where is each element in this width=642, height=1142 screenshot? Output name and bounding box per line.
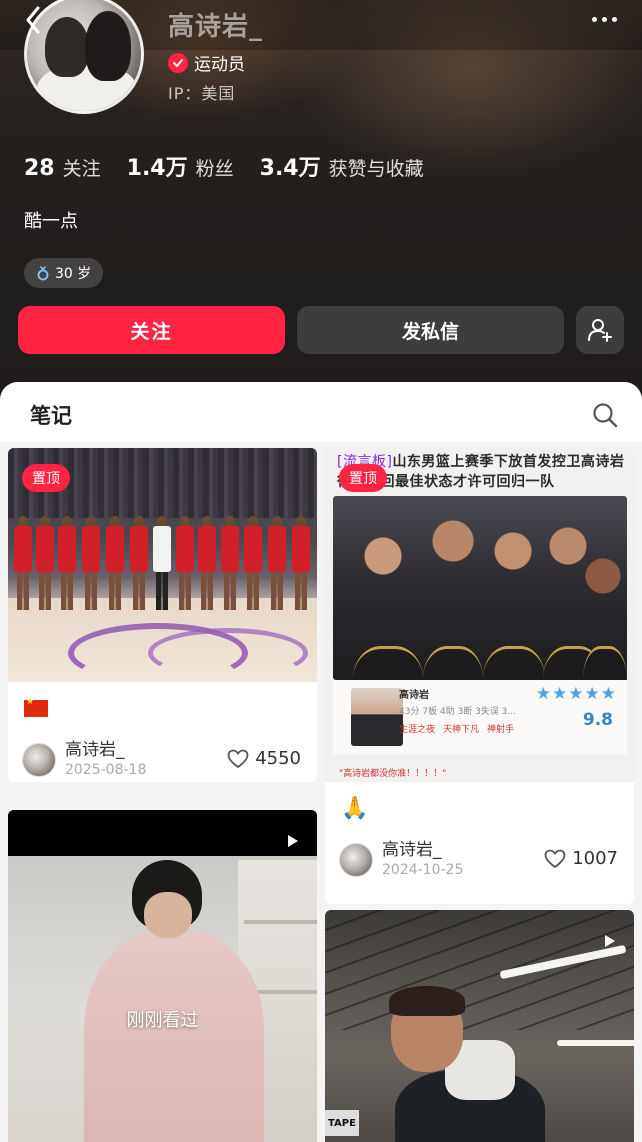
recently-viewed-label: 刚刚看过 — [126, 1010, 199, 1031]
video-play-icon — [605, 935, 615, 947]
rating-stars: ★★★★★ — [535, 684, 617, 704]
add-friend-icon — [588, 319, 612, 342]
player-rating-card: 高诗岩 43分 7板 4助 3断 3失误 3... 生涯之夜 天神下凡 神射手 … — [333, 680, 627, 754]
stat-likes-collects[interactable]: 3.4万 获赞与收藏 — [260, 150, 424, 182]
note-card[interactable]: 置顶 高诗岩_ 2025-08-18 4550 — [8, 448, 317, 782]
note-card-video[interactable]: 刚刚看过 — [8, 810, 317, 1142]
china-flag-icon — [24, 697, 48, 717]
note-author[interactable]: 高诗岩_ 2025-08-18 — [22, 740, 146, 779]
player-statline: 43分 7板 4助 3断 3失误 3... — [399, 707, 516, 717]
author-name: 高诗岩_ — [382, 840, 442, 860]
verified-check-icon — [168, 52, 188, 73]
add-friend-button[interactable] — [576, 306, 624, 354]
stat-label: 获赞与收藏 — [328, 158, 424, 180]
profile-bio: 酷一点 — [24, 211, 78, 232]
stat-label: 关注 — [62, 158, 101, 180]
badge-label: 运动员 — [194, 55, 245, 75]
pinned-badge: 置顶 — [339, 464, 387, 492]
player-photo — [351, 688, 403, 746]
author-avatar — [339, 842, 373, 877]
notes-header: 笔记 — [0, 382, 642, 442]
back-arrow-icon[interactable] — [18, 2, 54, 42]
player-tag: 生涯之夜 — [399, 725, 436, 735]
tab-notes[interactable]: 笔记 — [30, 400, 72, 430]
gym-sign: TAPE — [325, 1110, 359, 1136]
profile-header: 高诗岩_ 运动员 IP：美国 28 关注 1.4万 粉丝 3.4万 获赞与收藏 … — [0, 0, 642, 400]
player-tag: 神射手 — [487, 725, 515, 735]
player-name: 高诗岩 — [399, 690, 429, 701]
note-date: 2025-08-18 — [65, 762, 147, 778]
note-caption — [24, 697, 48, 722]
like-count: 4550 — [255, 748, 301, 769]
player-tag: 天神下凡 — [443, 725, 480, 735]
stat-followers[interactable]: 1.4万 粉丝 — [127, 150, 234, 182]
search-icon[interactable] — [592, 402, 618, 428]
like-count: 1007 — [572, 848, 618, 869]
more-dots-icon[interactable] — [584, 4, 624, 34]
note-caption: 🙏 — [341, 796, 369, 821]
author-avatar — [22, 742, 56, 777]
ip-location: IP：美国 — [168, 84, 236, 103]
author-name: 高诗岩_ — [65, 740, 125, 760]
notes-panel: 笔记 置顶 ★ 高诗岩_ 2025-08-18 4550 [流言板]山东男篮上赛… — [0, 382, 642, 1142]
note-card-video[interactable]: TAPE — [325, 910, 634, 1142]
message-button[interactable]: 发私信 — [297, 306, 564, 354]
heart-icon — [544, 849, 566, 868]
note-cover-image — [8, 810, 317, 1142]
stat-value: 1.4万 — [126, 156, 188, 181]
note-date: 2024-10-25 — [382, 862, 464, 878]
like-button[interactable]: 4550 — [227, 748, 301, 769]
stat-value: 28 — [24, 156, 55, 181]
profile-stats: 28 关注 1.4万 粉丝 3.4万 获赞与收藏 — [24, 150, 424, 182]
note-cover-image: [流言板]山东男篮上赛季下放首发控卫高诗岩待其找回最佳状态才许可回归一队 高诗岩… — [325, 448, 634, 782]
stat-following[interactable]: 28 关注 — [24, 154, 101, 181]
like-button[interactable]: 1007 — [544, 848, 618, 869]
male-icon — [37, 265, 49, 281]
heart-icon — [227, 749, 249, 768]
profile-username: 高诗岩_ — [168, 12, 264, 42]
note-card[interactable]: [流言板]山东男篮上赛季下放首发控卫高诗岩待其找回最佳状态才许可回归一队 高诗岩… — [325, 448, 634, 904]
quote-footnote: "高诗岩都没你准！！！！" — [339, 769, 447, 779]
age-label: 30 岁 — [55, 266, 92, 282]
stat-label: 粉丝 — [195, 158, 234, 180]
note-cover-image: TAPE — [325, 910, 634, 1142]
age-tag: 30 岁 — [24, 258, 104, 288]
rating-score: 9.8 — [582, 710, 613, 730]
follow-button[interactable]: 关注 — [18, 306, 285, 354]
athlete-badge[interactable]: 运动员 — [168, 50, 245, 75]
stat-value: 3.4万 — [259, 156, 321, 181]
pinned-badge: 置顶 — [22, 464, 70, 492]
note-author[interactable]: 高诗岩_ 2024-10-25 — [339, 840, 463, 879]
video-play-icon — [288, 835, 298, 847]
